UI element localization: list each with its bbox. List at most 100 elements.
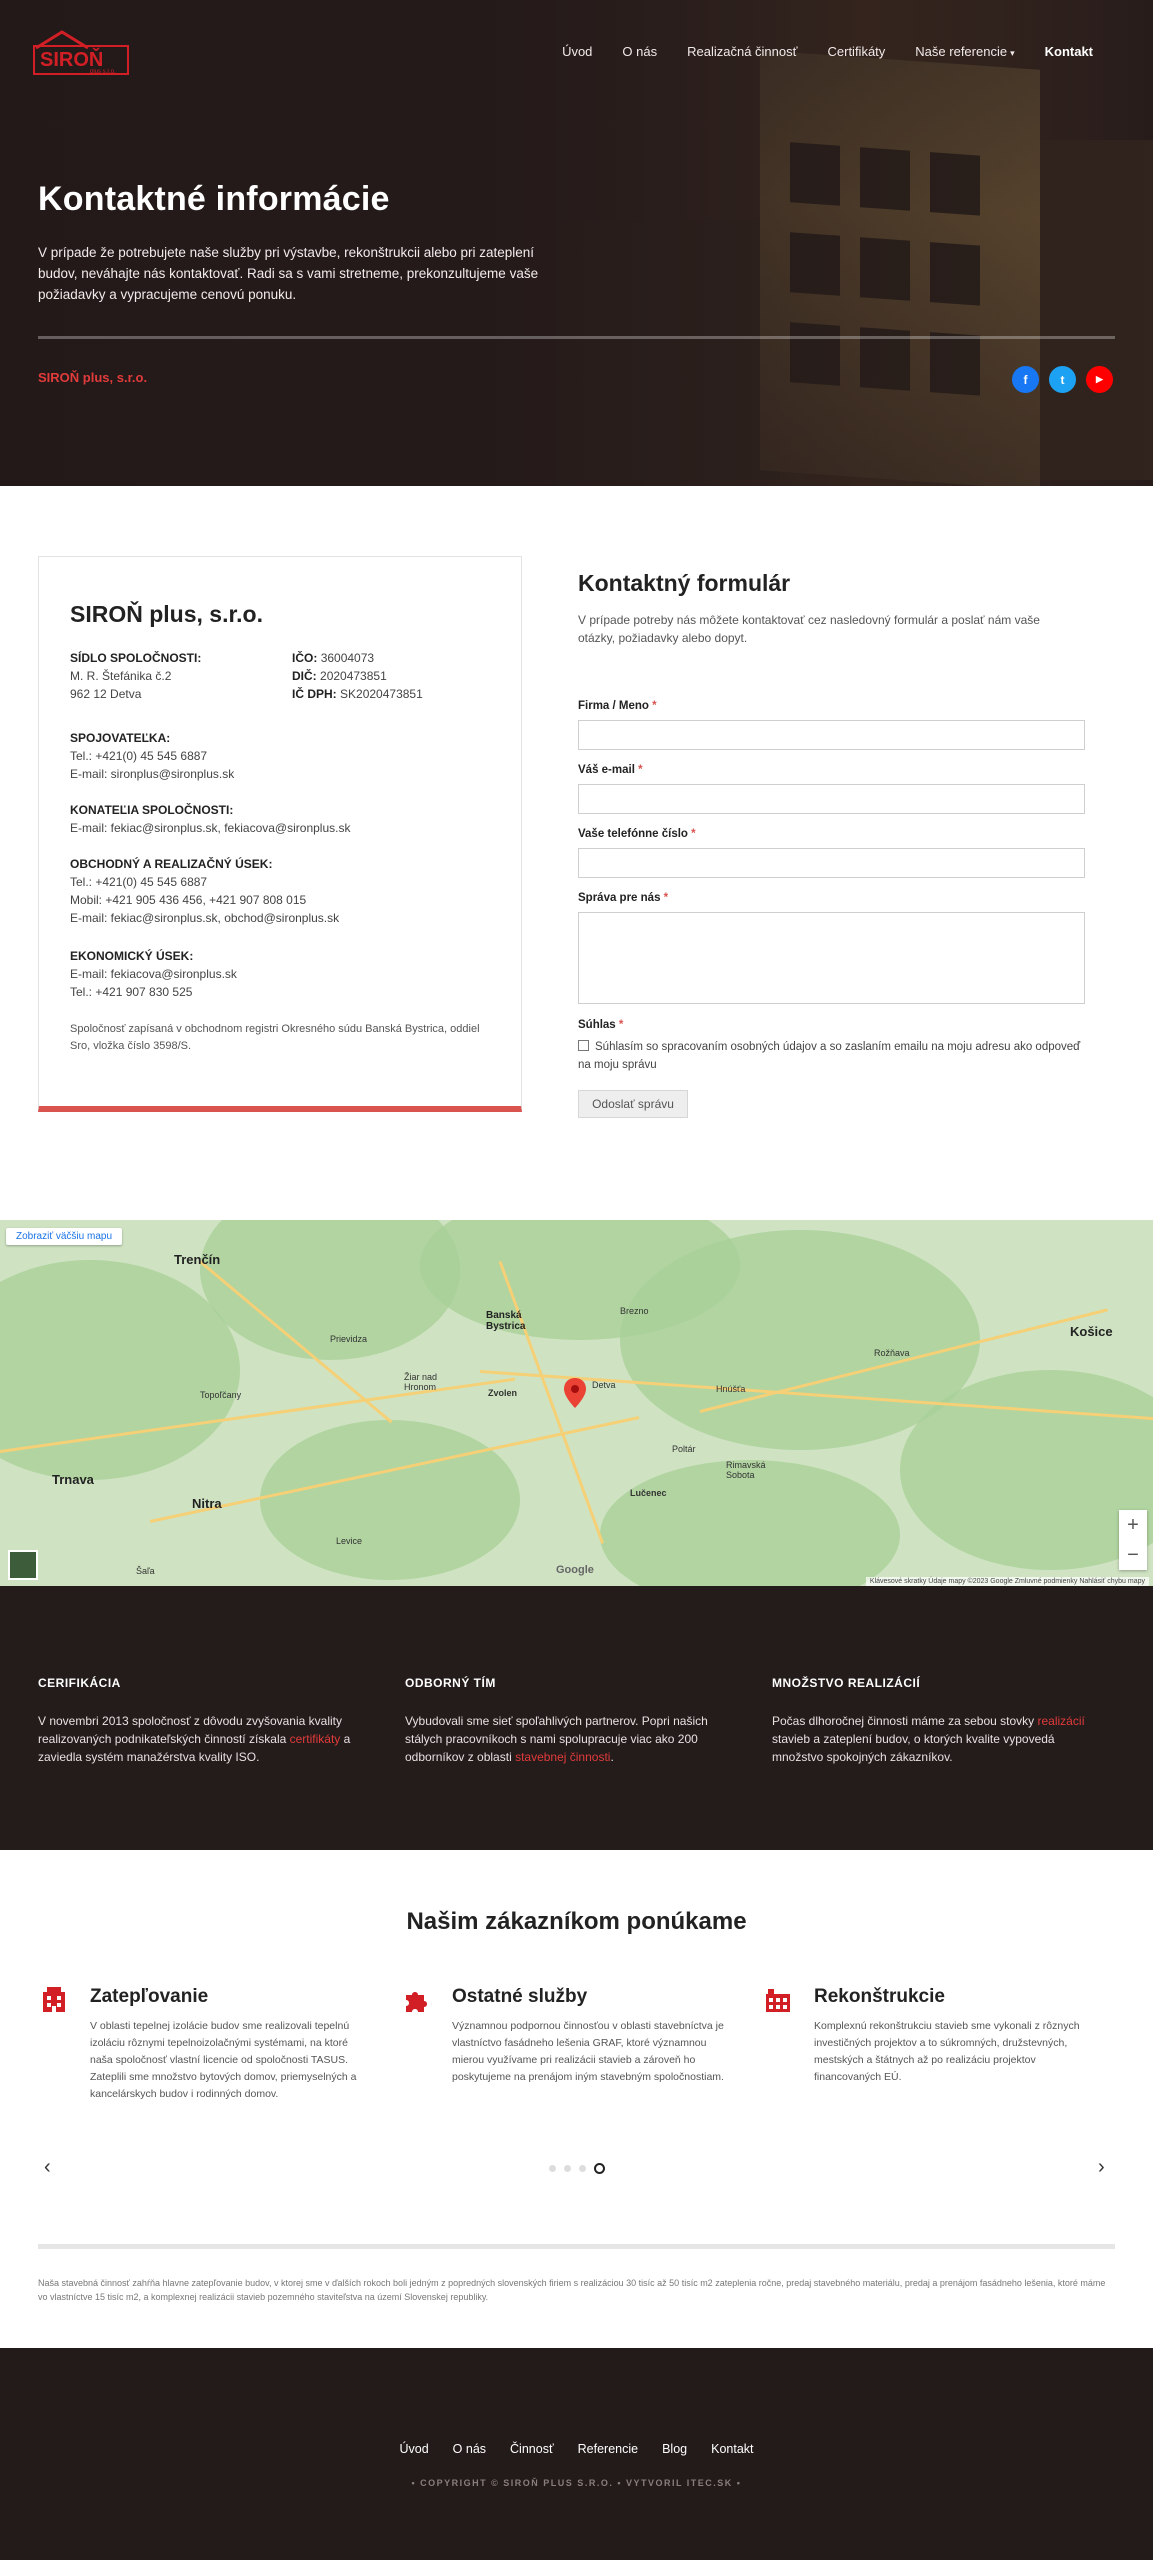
town-label: Topoľčany [200,1390,242,1400]
divider [38,2244,1115,2249]
economic-phone[interactable]: Tel.: +421 907 830 525 [70,985,192,999]
economic-block: EKONOMICKÝ ÚSEK: E-mail: fekiacova@siron… [70,947,237,1001]
icdph-value: SK2020473851 [340,687,423,701]
service-title[interactable]: Rekonštrukcie [814,1986,1094,2008]
map-pin-icon[interactable] [564,1378,586,1408]
hero-lead: V prípade že potrebujete naše služby pri… [38,245,539,302]
icdph-label: IČ DPH: [292,687,337,701]
message-textarea[interactable] [578,912,1085,1004]
satellite-toggle[interactable] [8,1550,38,1580]
town-label: Brezno [620,1306,649,1316]
feature-link[interactable]: stavebnej činnosti [515,1750,610,1764]
registry-note: Spoločnosť zapísaná v obchodnom registri… [70,1023,480,1052]
town-label: Rožňava [874,1348,910,1358]
google-map[interactable]: Trenčín Banská Bystrica Nitra Trnava Zvo… [0,1220,1153,1586]
service-title[interactable]: Zatepľovanie [90,1986,370,2008]
ids-block: IČO: 36004073 DIČ: 2020473851 IČ DPH: SK… [292,649,423,703]
carousel-dot-active[interactable] [594,2163,605,2174]
feature-title: MNOŽSTVO REALIZÁCIÍ [772,1676,921,1690]
nav-item-o-nas[interactable]: O nás [622,44,657,59]
service-card: Rekonštrukcie Komplexnú rekonštrukciu st… [764,1986,1094,2086]
footer-link-referencie[interactable]: Referencie [578,2442,638,2456]
feature-text: V novembri 2013 spoločnosť z dôvodu zvyš… [38,1712,368,1766]
consent-checkbox[interactable] [578,1040,589,1051]
services-title: Našim zákazníkom ponúkame [406,1908,747,1935]
switchboard-label: SPOJOVATEĽKA: [70,731,171,745]
phone-input[interactable] [578,848,1085,878]
trade-mobile[interactable]: Mobil: +421 905 436 456, +421 907 808 01… [70,893,306,907]
card-title: SIROŇ plus, s.r.o. [70,601,263,627]
feature-link[interactable]: certifikáty [290,1732,341,1746]
feature-text-part: Počas dlhoročnej činnosti máme za sebou … [772,1714,1038,1728]
siron-logo[interactable]: SIROŇ plus s.r.o. [32,30,130,76]
footer-link-uvod[interactable]: Úvod [399,2442,428,2456]
hero-section: SIROŇ plus s.r.o. Úvod O nás Realizačná … [0,0,1153,486]
economic-email[interactable]: E-mail: fekiacova@sironplus.sk [70,967,237,981]
feature-text: Vybudovali sme sieť spoľahlivých partner… [405,1712,735,1766]
service-text: Komplexnú rekonštrukciu stavieb sme vyko… [814,2020,1080,2083]
carousel-dot[interactable] [549,2165,556,2172]
nav-item-certifikaty[interactable]: Certifikáty [828,44,886,59]
town-label: Nitra [192,1496,222,1511]
trade-email[interactable]: E-mail: fekiac@sironplus.sk, obchod@siro… [70,911,339,925]
trade-phone[interactable]: Tel.: +421(0) 45 545 6887 [70,875,207,889]
nav-item-kontakt[interactable]: Kontakt [1045,44,1093,59]
zoom-out-button[interactable]: − [1119,1540,1147,1570]
feature-certification: CERIFIKÁCIA V novembri 2013 spoločnosť z… [38,1676,368,1766]
view-larger-map-button[interactable]: Zobraziť väčšiu mapu [6,1228,123,1245]
svg-text:SIROŇ: SIROŇ [40,47,103,71]
chevron-down-icon: ▾ [1010,48,1015,58]
seat-line1: M. R. Štefánika č.2 [70,669,172,683]
service-card: Zatepľovanie V oblasti tepelnej izolácie… [40,1986,370,2103]
carousel-dot[interactable] [564,2165,571,2172]
carousel-dot[interactable] [579,2165,586,2172]
required-mark: * [691,828,696,840]
message-field-group: Správa pre nás * [578,892,1085,1004]
company-name: SIROŇ plus, s.r.o. [38,370,148,385]
map-attribution[interactable]: Klávesové skratky Údaje mapy ©2023 Googl… [865,1577,1149,1586]
trade-label: OBCHODNÝ A REALIZAČNÝ ÚSEK: [70,857,273,871]
divider [38,336,1115,339]
ico-value: 36004073 [320,651,375,665]
message-label: Správa pre nás * [578,892,1085,904]
switchboard-email[interactable]: E-mail: sironplus@sironplus.sk [70,767,234,781]
site-footer: Úvod O nás Činnosť Referencie Blog Konta… [0,2348,1153,2560]
switchboard-block: SPOJOVATEĽKA: Tel.: +421(0) 45 545 6887 … [70,729,234,783]
submit-button[interactable]: Odoslať správu [578,1090,688,1118]
nav-item-nase-referencie[interactable]: Naše referencie ▾ [915,44,1014,59]
feature-title: ODBORNÝ TÍM [405,1676,496,1690]
town-label: Lučenec [630,1488,667,1498]
trade-block: OBCHODNÝ A REALIZAČNÝ ÚSEK: Tel.: +421(0… [70,855,339,927]
email-input[interactable] [578,784,1085,814]
seat-label: SÍDLO SPOLOČNOSTI: [70,651,202,665]
required-mark: * [618,1019,624,1031]
executives-label: KONATEĽIA SPOLOČNOSTI: [70,803,234,817]
facebook-icon[interactable]: f [1012,366,1039,393]
email-label-text: Váš e-mail [578,764,635,776]
footer-link-kontakt[interactable]: Kontakt [711,2442,753,2456]
required-mark: * [652,700,657,712]
carousel-next-button[interactable]: › [1098,2156,1105,2179]
footer-link-blog[interactable]: Blog [662,2442,687,2456]
town-label: Banská Bystrica [486,1310,526,1332]
youtube-icon[interactable]: ▶ [1086,366,1113,393]
service-text: V oblasti tepelnej izolácie budov sme re… [90,2020,357,2100]
nav-item-uvod[interactable]: Úvod [562,44,592,59]
footer-link-cinnost[interactable]: Činnosť [510,2442,554,2456]
zoom-in-button[interactable]: + [1119,1510,1147,1540]
executives-email[interactable]: E-mail: fekiac@sironplus.sk, fekiacova@s… [70,821,350,835]
feature-link[interactable]: realizácií [1037,1714,1084,1728]
switchboard-phone[interactable]: Tel.: +421(0) 45 545 6887 [70,749,207,763]
carousel-dots [549,2163,605,2174]
nav-item-label: Naše referencie [915,44,1008,59]
phone-label-text: Vaše telefónne číslo [578,828,688,840]
service-title[interactable]: Ostatné služby [452,1986,732,2008]
twitter-icon[interactable]: t [1049,366,1076,393]
carousel-prev-button[interactable]: ‹ [44,2156,51,2179]
nav-item-realizacna-cinnost[interactable]: Realizačná činnosť [687,44,797,59]
social-links: f t ▶ [1012,366,1113,393]
footer-link-o-nas[interactable]: O nás [453,2442,486,2456]
seat-line2: 962 12 Detva [70,687,142,701]
name-input[interactable] [578,720,1085,750]
google-logo: Google [556,1564,594,1576]
